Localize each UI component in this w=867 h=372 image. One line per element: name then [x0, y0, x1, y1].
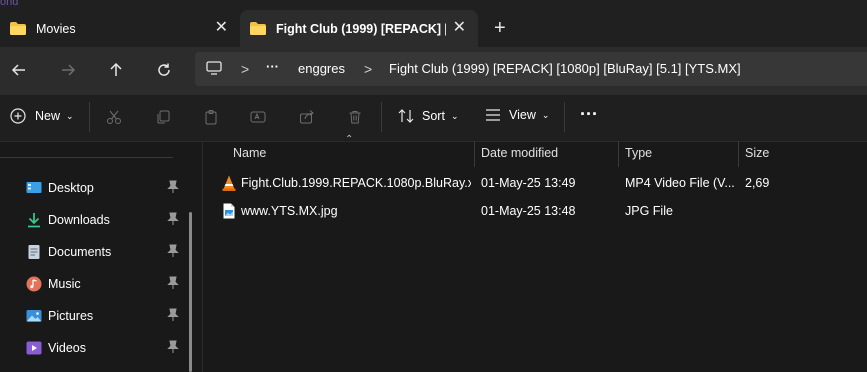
- sidebar-item-documents[interactable]: Documents: [26, 240, 186, 264]
- file-name: www.YTS.MX.jpg: [241, 204, 338, 218]
- refresh-icon: [158, 63, 170, 76]
- sidebar-scrollbar[interactable]: [189, 212, 192, 372]
- chevron-right-icon[interactable]: >: [241, 61, 249, 77]
- cut-icon[interactable]: [106, 109, 122, 125]
- breadcrumb-item[interactable]: Fight Club (1999) [REPACK] [1080p] [BluR…: [389, 61, 741, 76]
- sidebar-item-videos[interactable]: Videos: [26, 336, 186, 360]
- back-button[interactable]: [6, 59, 32, 81]
- new-tab-icon[interactable]: +: [494, 18, 506, 38]
- sidebar-item-pictures[interactable]: Pictures: [26, 304, 186, 328]
- sidebar-item-label: Videos: [48, 341, 86, 355]
- pictures-icon: [26, 310, 42, 322]
- file-type: JPG File: [625, 204, 673, 218]
- file-row[interactable]: Fight.Club.1999.REPACK.1080p.BluRay.x2..…: [210, 170, 867, 198]
- sidebar-item-label: Downloads: [48, 213, 110, 227]
- folder-icon: [250, 22, 266, 35]
- divider: [564, 102, 565, 132]
- tab-movies[interactable]: Movies ✕: [0, 10, 240, 47]
- folder-icon: [10, 22, 26, 35]
- view-label: View: [509, 108, 536, 122]
- refresh-button[interactable]: [151, 59, 177, 81]
- sort-icon: [398, 109, 414, 123]
- pin-icon[interactable]: [167, 308, 179, 322]
- sort-label: Sort: [422, 109, 445, 123]
- sidebar-item-label: Documents: [48, 245, 112, 259]
- chevron-down-icon: ⌄: [450, 110, 459, 121]
- column-header-size[interactable]: Size: [745, 146, 769, 160]
- column-divider[interactable]: [738, 141, 739, 167]
- pin-icon[interactable]: [167, 244, 179, 258]
- file-date: 01-May-25 13:48: [481, 204, 576, 218]
- sort-button[interactable]: Sort ⌄: [398, 108, 458, 124]
- computer-icon[interactable]: [206, 61, 222, 75]
- more-options-button[interactable]: ···: [580, 104, 598, 125]
- paste-icon[interactable]: [203, 109, 219, 125]
- sidebar-item-label: Desktop: [48, 181, 94, 195]
- pin-icon[interactable]: [167, 276, 179, 290]
- videos-icon: [26, 341, 42, 355]
- chevron-down-icon: ⌄: [541, 109, 550, 120]
- column-header-name[interactable]: Name: [233, 146, 266, 160]
- column-header-date[interactable]: Date modified: [481, 146, 558, 160]
- trash-icon[interactable]: [347, 109, 363, 125]
- sidebar-item-label: Music: [48, 277, 81, 291]
- chevron-down-icon: ⌄: [66, 110, 74, 121]
- divider: [89, 102, 90, 132]
- close-icon[interactable]: ✕: [215, 20, 228, 36]
- pin-icon[interactable]: [167, 180, 179, 194]
- file-date: 01-May-25 13:49: [481, 176, 576, 190]
- sidebar-item-desktop[interactable]: Desktop: [26, 176, 186, 200]
- forward-button[interactable]: [55, 59, 81, 81]
- pin-icon[interactable]: [167, 212, 179, 226]
- image-file-icon: [223, 203, 235, 219]
- column-divider[interactable]: [618, 141, 619, 167]
- divider: [202, 141, 203, 372]
- download-icon: [28, 213, 40, 228]
- plus-circle-icon: [10, 108, 26, 124]
- sort-ascending-icon: ⌃: [345, 134, 354, 145]
- new-button[interactable]: New ⌄: [10, 108, 74, 124]
- breadcrumb-item[interactable]: enggres: [298, 61, 345, 76]
- share-icon[interactable]: [299, 109, 315, 125]
- divider: [381, 102, 382, 132]
- rename-icon[interactable]: [250, 109, 266, 125]
- column-divider[interactable]: [474, 141, 475, 167]
- document-icon: [28, 245, 40, 259]
- file-size: 2,69: [745, 176, 770, 190]
- desktop-icon: [26, 182, 42, 193]
- vlc-icon: [222, 175, 236, 191]
- sidebar-item-music[interactable]: Music: [26, 272, 186, 296]
- arrow-left-icon: [11, 64, 25, 76]
- arrow-up-icon: [110, 62, 122, 76]
- sidebar-item-label: Pictures: [48, 309, 94, 323]
- view-button[interactable]: View ⌄: [485, 108, 549, 122]
- view-list-icon: [486, 109, 500, 121]
- divider: [0, 157, 173, 158]
- up-button[interactable]: [103, 59, 129, 81]
- arrow-right-icon: [62, 64, 76, 76]
- file-row[interactable]: www.YTS.MX.jpg 01-May-25 13:48 JPG File: [210, 198, 867, 226]
- tab-label: Fight Club (1999) [REPACK] [1080p] [BluR…: [276, 21, 446, 36]
- music-icon: [26, 276, 42, 292]
- pin-icon[interactable]: [167, 340, 179, 354]
- file-type: MP4 Video File (V...: [625, 176, 735, 190]
- breadcrumb-overflow[interactable]: ···: [266, 59, 279, 74]
- background-text: ond: [0, 0, 19, 8]
- new-label: New: [35, 109, 61, 123]
- column-header-type[interactable]: Type: [625, 146, 652, 160]
- tab-label: Movies: [36, 21, 76, 36]
- tab-fight-club[interactable]: Fight Club (1999) [REPACK] [1080p] [BluR…: [240, 10, 478, 47]
- close-icon[interactable]: ✕: [453, 20, 466, 36]
- file-name: Fight.Club.1999.REPACK.1080p.BluRay.x2..…: [241, 176, 471, 190]
- chevron-right-icon[interactable]: >: [364, 61, 372, 77]
- copy-icon[interactable]: [155, 109, 171, 125]
- sidebar-item-downloads[interactable]: Downloads: [26, 208, 186, 232]
